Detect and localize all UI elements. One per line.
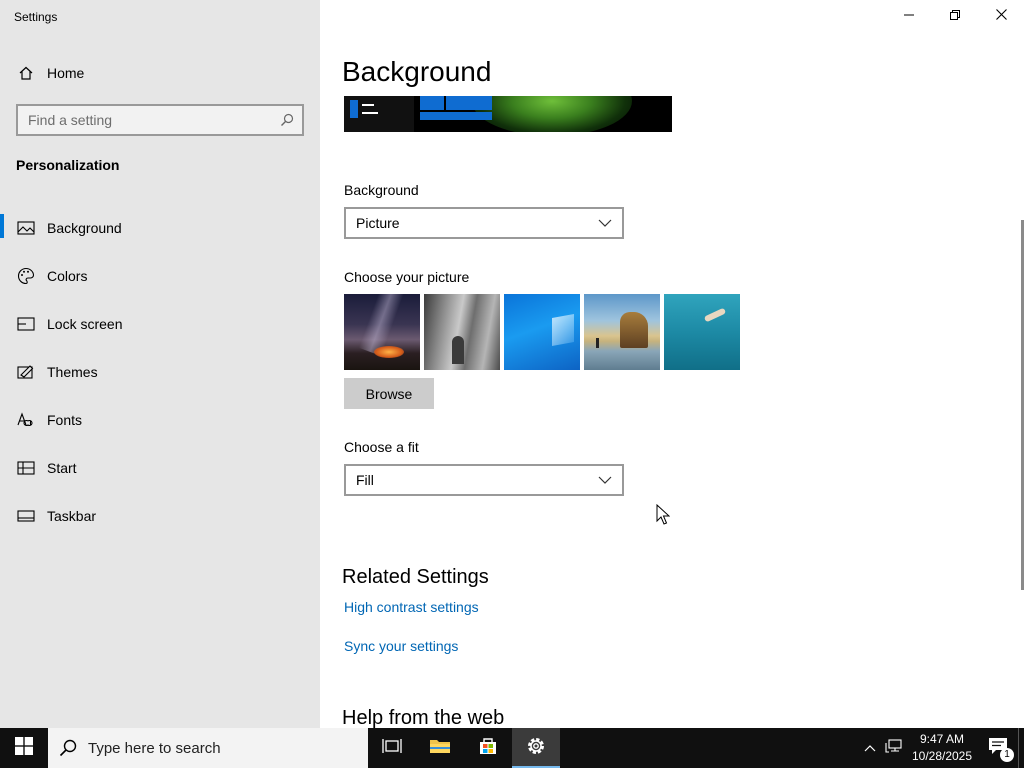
picture-thumb-rock-cliff[interactable] — [424, 294, 500, 370]
sidebar-item-label: Taskbar — [47, 508, 97, 524]
window-caption-buttons — [886, 0, 1024, 32]
sidebar-item-start[interactable]: Start — [0, 444, 320, 492]
browse-button[interactable]: Browse — [344, 378, 434, 409]
chevron-down-icon — [598, 214, 612, 232]
network-icon — [885, 738, 903, 759]
close-icon — [995, 7, 1007, 25]
related-settings-heading: Related Settings — [342, 566, 489, 588]
taskbar-search-box[interactable] — [48, 728, 368, 768]
taskbar-icon — [16, 506, 36, 526]
picture-icon — [16, 218, 36, 238]
sidebar: Settings Home Personalization Background… — [0, 0, 320, 728]
themes-icon — [16, 362, 36, 382]
choose-fit-dropdown[interactable]: Fill — [344, 464, 624, 496]
sync-settings-link[interactable]: Sync your settings — [344, 638, 458, 654]
sidebar-item-lock-screen[interactable]: Lock screen — [0, 300, 320, 348]
show-hidden-icons-button[interactable] — [858, 728, 882, 768]
task-view-button[interactable] — [368, 728, 416, 768]
choose-picture-label: Choose your picture — [344, 269, 470, 285]
choose-fit-label: Choose a fit — [344, 439, 419, 455]
picture-thumb-night-sky[interactable] — [344, 294, 420, 370]
clock-time: 9:47 AM — [919, 732, 965, 746]
section-title: Personalization — [16, 157, 120, 173]
settings-taskbar-button[interactable] — [512, 728, 560, 768]
gear-icon — [525, 735, 547, 762]
system-tray: 9:47 AM 10/28/2025 1 — [858, 728, 1024, 768]
home-label: Home — [47, 65, 85, 81]
background-type-value: Picture — [356, 215, 400, 231]
lock-screen-icon — [16, 314, 36, 334]
action-center-button[interactable]: 1 — [978, 728, 1018, 768]
high-contrast-settings-link[interactable]: High contrast settings — [344, 599, 479, 615]
palette-icon — [16, 266, 36, 286]
find-setting-search[interactable] — [16, 104, 304, 136]
sidebar-item-label: Start — [47, 460, 77, 476]
sidebar-item-taskbar[interactable]: Taskbar — [0, 492, 320, 540]
close-button[interactable] — [978, 0, 1024, 32]
chevron-up-icon — [864, 739, 876, 757]
store-icon — [478, 736, 498, 761]
mouse-cursor-icon — [656, 503, 671, 531]
taskbar-clock[interactable]: 9:47 AM 10/28/2025 — [906, 731, 978, 765]
task-view-icon — [382, 737, 402, 760]
file-explorer-button[interactable] — [416, 728, 464, 768]
restore-button[interactable] — [932, 0, 978, 32]
sidebar-item-label: Background — [47, 220, 122, 236]
folder-icon — [429, 737, 451, 760]
sidebar-item-background[interactable]: Background — [0, 204, 320, 252]
start-button[interactable] — [0, 728, 48, 768]
picture-thumbnails — [344, 294, 740, 370]
windows-logo-icon — [15, 736, 33, 760]
sidebar-item-fonts[interactable]: Fonts — [0, 396, 320, 444]
show-desktop-button[interactable] — [1018, 728, 1024, 768]
background-preview — [344, 96, 672, 132]
chevron-down-icon — [598, 471, 612, 489]
picture-thumb-underwater[interactable] — [664, 294, 740, 370]
sidebar-item-label: Fonts — [47, 412, 83, 428]
home-nav-item[interactable]: Home — [0, 56, 320, 90]
search-icon[interactable] — [276, 109, 298, 131]
picture-thumb-beach-rock[interactable] — [584, 294, 660, 370]
microsoft-store-button[interactable] — [464, 728, 512, 768]
picture-thumb-windows-blue[interactable] — [504, 294, 580, 370]
sidebar-item-label: Themes — [47, 364, 98, 380]
sidebar-item-label: Colors — [47, 268, 88, 284]
choose-fit-value: Fill — [356, 472, 374, 488]
taskbar: 9:47 AM 10/28/2025 1 — [0, 728, 1024, 768]
sidebar-item-label: Lock screen — [47, 316, 123, 332]
page-title: Background — [342, 56, 492, 87]
start-icon — [16, 458, 36, 478]
network-button[interactable] — [882, 728, 906, 768]
sidebar-item-themes[interactable]: Themes — [0, 348, 320, 396]
search-icon — [48, 739, 88, 757]
clock-date: 10/28/2025 — [911, 749, 973, 763]
background-type-label: Background — [344, 182, 419, 198]
minimize-icon — [904, 7, 914, 25]
notification-count-badge: 1 — [1000, 748, 1014, 762]
home-icon — [16, 63, 36, 83]
sidebar-item-colors[interactable]: Colors — [0, 252, 320, 300]
taskbar-search-input[interactable] — [88, 739, 348, 757]
main-content: Background Background Picture Choose you… — [320, 0, 1024, 728]
minimize-button[interactable] — [886, 0, 932, 32]
background-type-dropdown[interactable]: Picture — [344, 207, 624, 239]
help-from-web-heading: Help from the web — [342, 707, 505, 728]
find-setting-input[interactable] — [18, 112, 276, 128]
fonts-icon — [16, 410, 36, 430]
personalization-nav: Background Colors Lock screen Themes Fon… — [0, 204, 320, 540]
restore-icon — [950, 7, 960, 25]
app-title: Settings — [14, 10, 58, 24]
